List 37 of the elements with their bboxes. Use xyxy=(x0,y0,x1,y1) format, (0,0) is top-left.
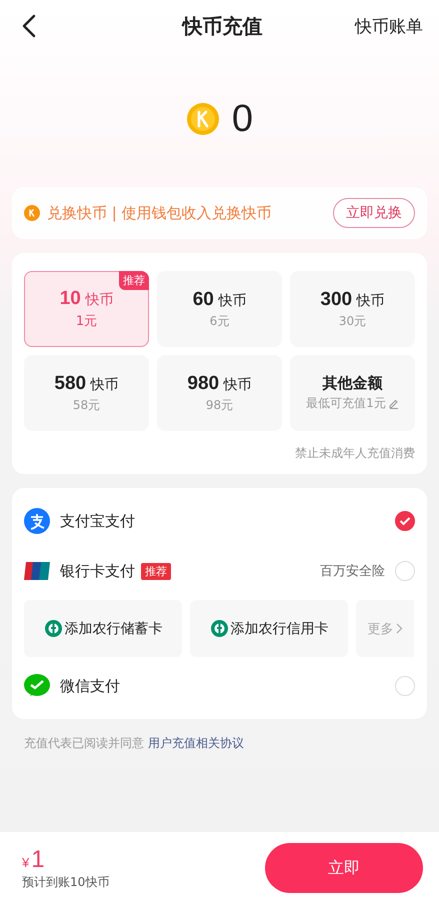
wechat-pay-icon xyxy=(24,673,50,699)
expected-coins: 预计到账10快币 xyxy=(22,874,110,890)
agreement-text: 充值代表已阅读并同意 xyxy=(24,735,144,752)
package-option[interactable]: 980 快币 98元 xyxy=(157,355,282,431)
agreement-link[interactable]: 用户充值相关协议 xyxy=(148,735,244,752)
bill-link[interactable]: 快币账单 xyxy=(355,14,423,38)
insurance-note: 百万安全险 xyxy=(320,563,385,580)
payment-method-name: 银行卡支付 xyxy=(60,562,135,580)
exchange-text: 兑换快币 | 使用钱包收入兑换快币 xyxy=(47,204,272,222)
check-icon xyxy=(399,516,411,526)
bank-card-icon xyxy=(24,562,50,580)
bank-logo-icon xyxy=(44,619,62,638)
back-icon[interactable] xyxy=(22,14,36,38)
edit-icon xyxy=(388,398,399,409)
chevron-right-icon xyxy=(396,623,402,634)
coin-icon xyxy=(186,102,220,136)
balance-amount: 0 xyxy=(232,98,254,140)
package-option[interactable]: 580 快币 58元 xyxy=(24,355,149,431)
coin-icon xyxy=(24,205,40,221)
minor-notice: 禁止未成年人充值消费 xyxy=(294,445,415,462)
bank-logo-icon xyxy=(210,619,228,638)
total-price: ¥1 xyxy=(22,846,46,874)
payment-method-name: 支付宝支付 xyxy=(60,512,135,530)
add-card-button[interactable]: 添加农行储蓄卡 xyxy=(24,600,182,657)
alipay-icon xyxy=(24,508,50,534)
package-option[interactable]: 10 快币 1元 推荐 xyxy=(24,271,149,347)
payment-method-name: 微信支付 xyxy=(60,676,120,696)
add-card-button[interactable]: 添加农行信用卡 xyxy=(190,600,348,657)
exchange-button[interactable]: 立即兑换 xyxy=(333,198,415,228)
page-title: 快币充值 xyxy=(182,12,262,40)
package-option[interactable]: 60 快币 6元 xyxy=(157,271,282,347)
payment-radio[interactable] xyxy=(395,511,415,531)
recommend-badge: 推荐 xyxy=(141,562,171,580)
package-option[interactable]: 300 快币 30元 xyxy=(290,271,415,347)
custom-amount-option[interactable]: 其他金额 最低可充值1元 xyxy=(290,355,415,431)
pay-button[interactable]: 立即 xyxy=(265,843,423,893)
recommend-badge: 推荐 xyxy=(119,271,149,290)
